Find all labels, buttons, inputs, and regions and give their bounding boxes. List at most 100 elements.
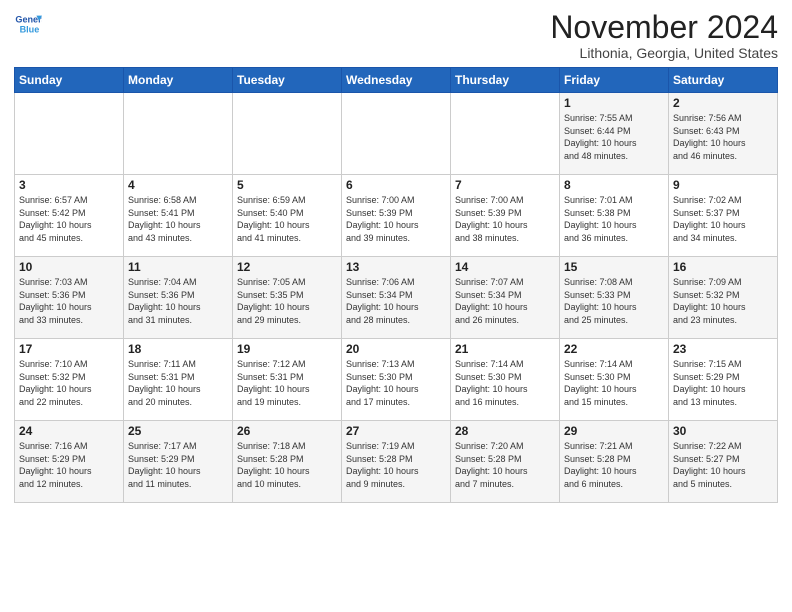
calendar-week-row: 3Sunrise: 6:57 AM Sunset: 5:42 PM Daylig… (15, 175, 778, 257)
day-info: Sunrise: 6:58 AM Sunset: 5:41 PM Dayligh… (128, 194, 228, 244)
calendar-cell: 20Sunrise: 7:13 AM Sunset: 5:30 PM Dayli… (342, 339, 451, 421)
weekday-header-sunday: Sunday (15, 68, 124, 93)
calendar-cell: 2Sunrise: 7:56 AM Sunset: 6:43 PM Daylig… (669, 93, 778, 175)
day-number: 12 (237, 260, 337, 274)
logo: General Blue (14, 10, 42, 38)
day-number: 21 (455, 342, 555, 356)
day-info: Sunrise: 7:05 AM Sunset: 5:35 PM Dayligh… (237, 276, 337, 326)
day-info: Sunrise: 7:11 AM Sunset: 5:31 PM Dayligh… (128, 358, 228, 408)
day-info: Sunrise: 7:07 AM Sunset: 5:34 PM Dayligh… (455, 276, 555, 326)
weekday-header-friday: Friday (560, 68, 669, 93)
day-info: Sunrise: 7:02 AM Sunset: 5:37 PM Dayligh… (673, 194, 773, 244)
calendar-cell: 28 Sunrise: 7:20 AM Sunset: 5:28 PM Dayli… (451, 421, 560, 503)
calendar-cell: 27Sunrise: 7:19 AM Sunset: 5:28 PM Dayli… (342, 421, 451, 503)
calendar-body: 1 Sunrise: 7:55 AM Sunset: 6:44 PM Daylig… (15, 93, 778, 503)
day-number: 1 (564, 96, 664, 110)
calendar-cell: 17 Sunrise: 7:10 AM Sunset: 5:32 PM Dayli… (15, 339, 124, 421)
day-number: 18 (128, 342, 228, 356)
day-number: 24 (19, 424, 119, 438)
calendar-cell (124, 93, 233, 175)
day-number: 11 (128, 260, 228, 274)
calendar-cell: 10 Sunrise: 7:03 AM Sunset: 5:36 PM Dayli… (15, 257, 124, 339)
day-info: Sunrise: 7:21 AM Sunset: 5:28 PM Dayligh… (564, 440, 664, 490)
day-number: 13 (346, 260, 446, 274)
day-number: 25 (128, 424, 228, 438)
calendar-table: SundayMondayTuesdayWednesdayThursdayFrid… (14, 67, 778, 503)
day-info: Sunrise: 6:59 AM Sunset: 5:40 PM Dayligh… (237, 194, 337, 244)
weekday-header-monday: Monday (124, 68, 233, 93)
calendar-header-row: SundayMondayTuesdayWednesdayThursdayFrid… (15, 68, 778, 93)
calendar-cell: 12 Sunrise: 7:05 AM Sunset: 5:35 PM Dayli… (233, 257, 342, 339)
day-number: 23 (673, 342, 773, 356)
weekday-header-tuesday: Tuesday (233, 68, 342, 93)
day-info: Sunrise: 7:55 AM Sunset: 6:44 PM Dayligh… (564, 112, 664, 162)
day-info: Sunrise: 7:03 AM Sunset: 5:36 PM Dayligh… (19, 276, 119, 326)
day-info: Sunrise: 7:01 AM Sunset: 5:38 PM Dayligh… (564, 194, 664, 244)
calendar-cell: 4Sunrise: 6:58 AM Sunset: 5:41 PM Daylig… (124, 175, 233, 257)
day-info: Sunrise: 7:12 AM Sunset: 5:31 PM Dayligh… (237, 358, 337, 408)
day-number: 15 (564, 260, 664, 274)
calendar-cell: 22Sunrise: 7:14 AM Sunset: 5:30 PM Dayli… (560, 339, 669, 421)
calendar-cell: 25 Sunrise: 7:17 AM Sunset: 5:29 PM Dayli… (124, 421, 233, 503)
day-number: 26 (237, 424, 337, 438)
calendar-week-row: 17 Sunrise: 7:10 AM Sunset: 5:32 PM Dayli… (15, 339, 778, 421)
day-number: 28 (455, 424, 555, 438)
day-info: Sunrise: 7:17 AM Sunset: 5:29 PM Dayligh… (128, 440, 228, 490)
calendar-cell: 21 Sunrise: 7:14 AM Sunset: 5:30 PM Dayli… (451, 339, 560, 421)
day-number: 7 (455, 178, 555, 192)
day-number: 5 (237, 178, 337, 192)
day-number: 2 (673, 96, 773, 110)
calendar-cell: 26 Sunrise: 7:18 AM Sunset: 5:28 PM Dayli… (233, 421, 342, 503)
day-number: 30 (673, 424, 773, 438)
day-info: Sunrise: 7:06 AM Sunset: 5:34 PM Dayligh… (346, 276, 446, 326)
calendar-cell (15, 93, 124, 175)
logo-icon: General Blue (14, 10, 42, 38)
calendar-week-row: 10 Sunrise: 7:03 AM Sunset: 5:36 PM Dayli… (15, 257, 778, 339)
day-number: 10 (19, 260, 119, 274)
day-number: 17 (19, 342, 119, 356)
calendar-cell: 14 Sunrise: 7:07 AM Sunset: 5:34 PM Dayli… (451, 257, 560, 339)
day-info: Sunrise: 7:22 AM Sunset: 5:27 PM Dayligh… (673, 440, 773, 490)
day-info: Sunrise: 7:20 AM Sunset: 5:28 PM Dayligh… (455, 440, 555, 490)
calendar-cell: 9 Sunrise: 7:02 AM Sunset: 5:37 PM Daylig… (669, 175, 778, 257)
calendar-cell: 5 Sunrise: 6:59 AM Sunset: 5:40 PM Daylig… (233, 175, 342, 257)
calendar-cell: 8 Sunrise: 7:01 AM Sunset: 5:38 PM Daylig… (560, 175, 669, 257)
day-number: 14 (455, 260, 555, 274)
page-header: General Blue November 2024 Lithonia, Geo… (14, 10, 778, 61)
calendar-cell: 6Sunrise: 7:00 AM Sunset: 5:39 PM Daylig… (342, 175, 451, 257)
day-info: Sunrise: 7:08 AM Sunset: 5:33 PM Dayligh… (564, 276, 664, 326)
svg-text:Blue: Blue (20, 24, 40, 34)
day-number: 6 (346, 178, 446, 192)
day-number: 19 (237, 342, 337, 356)
title-block: November 2024 Lithonia, Georgia, United … (550, 10, 778, 61)
calendar-cell: 19 Sunrise: 7:12 AM Sunset: 5:31 PM Dayli… (233, 339, 342, 421)
calendar-cell (342, 93, 451, 175)
day-number: 3 (19, 178, 119, 192)
day-number: 9 (673, 178, 773, 192)
calendar-cell: 7Sunrise: 7:00 AM Sunset: 5:39 PM Daylig… (451, 175, 560, 257)
weekday-header-wednesday: Wednesday (342, 68, 451, 93)
calendar-cell: 30 Sunrise: 7:22 AM Sunset: 5:27 PM Dayli… (669, 421, 778, 503)
day-number: 16 (673, 260, 773, 274)
day-info: Sunrise: 7:18 AM Sunset: 5:28 PM Dayligh… (237, 440, 337, 490)
calendar-cell: 11 Sunrise: 7:04 AM Sunset: 5:36 PM Dayli… (124, 257, 233, 339)
day-info: Sunrise: 7:14 AM Sunset: 5:30 PM Dayligh… (564, 358, 664, 408)
weekday-header-thursday: Thursday (451, 68, 560, 93)
calendar-cell: 1 Sunrise: 7:55 AM Sunset: 6:44 PM Daylig… (560, 93, 669, 175)
day-info: Sunrise: 7:04 AM Sunset: 5:36 PM Dayligh… (128, 276, 228, 326)
calendar-cell (451, 93, 560, 175)
calendar-cell: 13 Sunrise: 7:06 AM Sunset: 5:34 PM Dayli… (342, 257, 451, 339)
calendar-cell: 16 Sunrise: 7:09 AM Sunset: 5:32 PM Dayli… (669, 257, 778, 339)
day-info: Sunrise: 7:10 AM Sunset: 5:32 PM Dayligh… (19, 358, 119, 408)
day-info: Sunrise: 7:14 AM Sunset: 5:30 PM Dayligh… (455, 358, 555, 408)
day-number: 8 (564, 178, 664, 192)
month-title: November 2024 (550, 10, 778, 45)
weekday-header-saturday: Saturday (669, 68, 778, 93)
day-number: 27 (346, 424, 446, 438)
calendar-cell: 29 Sunrise: 7:21 AM Sunset: 5:28 PM Dayli… (560, 421, 669, 503)
calendar-cell: 18 Sunrise: 7:11 AM Sunset: 5:31 PM Dayli… (124, 339, 233, 421)
day-number: 29 (564, 424, 664, 438)
day-info: Sunrise: 7:13 AM Sunset: 5:30 PM Dayligh… (346, 358, 446, 408)
day-info: Sunrise: 7:09 AM Sunset: 5:32 PM Dayligh… (673, 276, 773, 326)
calendar-cell: 24Sunrise: 7:16 AM Sunset: 5:29 PM Dayli… (15, 421, 124, 503)
